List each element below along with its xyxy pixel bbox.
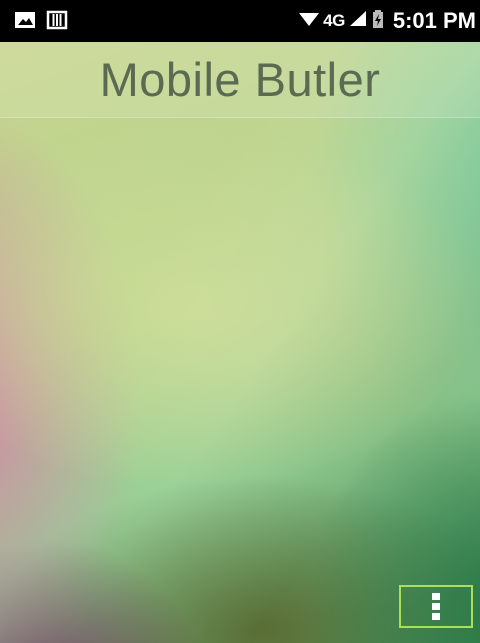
menu-dot (432, 613, 440, 620)
menu-dot (432, 593, 440, 600)
overflow-menu-icon (432, 593, 440, 620)
gallery-icon (14, 10, 36, 30)
menu-dot (432, 603, 440, 610)
sim-card-icon (46, 10, 68, 30)
wifi-icon (299, 10, 320, 33)
app-title-bar: Mobile Butler (0, 42, 480, 118)
screen: 4G 5:01 PM Mobile Butler (0, 0, 480, 643)
signal-icon (349, 10, 367, 33)
overflow-menu-button[interactable] (399, 585, 473, 628)
app-title: Mobile Butler (99, 52, 381, 106)
status-right-icons: 4G 5:01 PM (299, 0, 476, 42)
status-clock: 5:01 PM (392, 8, 476, 33)
battery-charging-icon (371, 9, 385, 34)
status-left-icons (14, 10, 68, 30)
status-bar: 4G 5:01 PM (0, 0, 480, 42)
network-type-label: 4G (323, 11, 345, 30)
